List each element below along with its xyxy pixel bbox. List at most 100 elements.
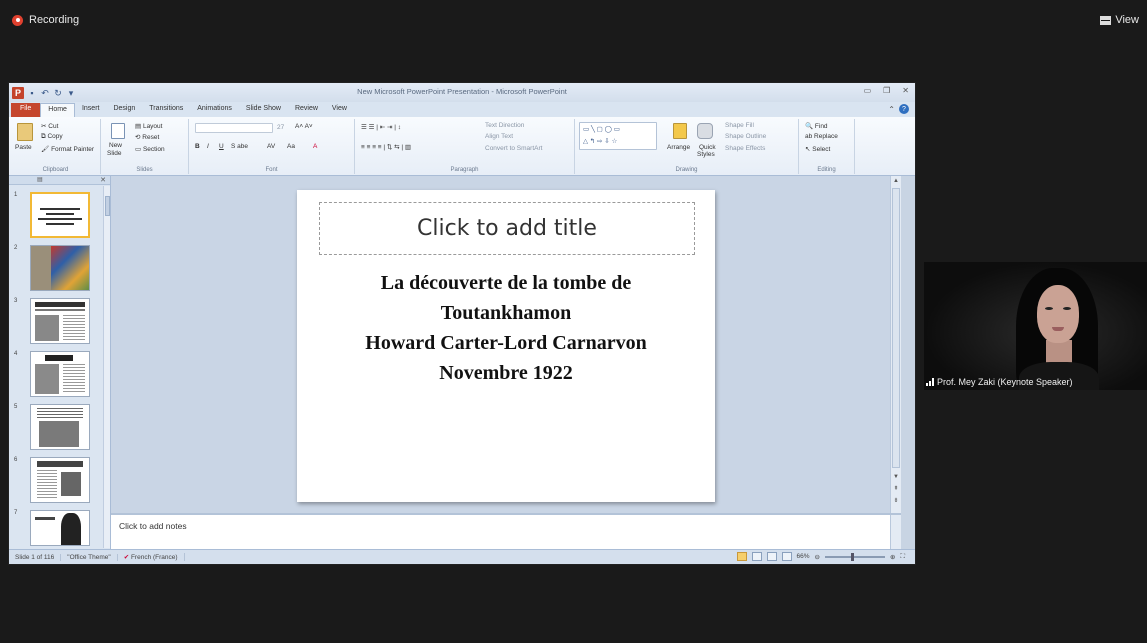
thumbnail-image[interactable] [30,510,90,546]
thumbnail-image[interactable] [30,404,90,450]
slides-pane-scroll-thumb[interactable] [105,196,110,216]
tab-insert[interactable]: Insert [75,103,107,117]
find-button[interactable]: 🔍 Find [805,122,828,130]
scroll-down-icon[interactable]: ▼ [891,472,901,482]
minimize-ribbon-icon[interactable]: ⌃ [888,105,895,114]
scroll-up-icon[interactable]: ▲ [891,176,901,186]
tab-home[interactable]: Home [40,103,75,117]
slide-thumbnail-2[interactable]: 2 [9,245,104,295]
quick-styles-label-2[interactable]: Styles [697,151,715,158]
arrange-label[interactable]: Arrange [667,144,690,151]
new-slide-label[interactable]: New [109,142,122,149]
restore-icon[interactable]: ❐ [883,86,890,95]
font-size-box[interactable]: 27 [277,124,284,131]
reading-view-button[interactable] [766,552,777,561]
shape-outline-button[interactable]: Shape Outline [725,133,766,140]
arrange-icon[interactable] [673,123,687,139]
layout-button[interactable]: ▤ Layout [135,122,162,130]
strikethrough-icon[interactable]: S abe [231,143,248,150]
zoom-in-icon[interactable]: ⊕ [890,553,895,561]
slide-thumbnail-1[interactable]: 1 [9,192,104,242]
slides-pane-scrollbar[interactable] [103,186,110,548]
replace-button[interactable]: ab Replace [805,133,838,140]
zoom-out-icon[interactable]: ⊖ [815,553,820,561]
slide-thumbnail-3[interactable]: 3 [9,298,104,348]
reset-button[interactable]: ⟲ Reset [135,133,159,141]
new-slide-label-2[interactable]: Slide [107,150,121,157]
new-slide-icon[interactable] [111,123,125,139]
slide-thumbnail-4[interactable]: 4 [9,351,104,401]
bullets-icon[interactable]: ☰ ☰ | ⇤ ⇥ | ↕ [361,123,401,131]
font-group: 27 A˄ A˅ B I U S abe AV Aa A Font [189,119,355,174]
slides-tab[interactable]: ▤ [37,176,43,183]
zoom-slider[interactable] [824,552,885,561]
slide-thumbnail-6[interactable]: 6 [9,457,104,507]
text-direction-button[interactable]: Text Direction [485,122,524,129]
tab-slide-show[interactable]: Slide Show [239,103,288,117]
align-icons[interactable]: ≡ ≡ ≡ ≡ | ⇅ ⇆ | ▥ [361,143,411,151]
italic-icon[interactable]: I [207,143,209,150]
slide-sorter-button[interactable] [751,552,762,561]
normal-view-button[interactable] [736,552,747,561]
align-text-button[interactable]: Align Text [485,133,513,140]
slide-scroll-thumb[interactable] [892,188,900,468]
cut-button[interactable]: ✂ Cut [41,122,58,130]
fit-to-window-icon[interactable]: ⛶ [900,553,905,561]
notes-scrollbar[interactable] [890,515,901,551]
convert-smartart-button[interactable]: Convert to SmartArt [485,145,542,152]
paste-icon[interactable] [17,123,33,141]
close-icon[interactable]: ✕ [902,86,909,95]
format-painter-button[interactable]: 🖌 Format Painter [41,145,94,153]
minimize-icon[interactable]: ▭ [864,86,872,95]
shapes-icons[interactable]: ▭ ╲ ▢ ◯ ▭ [583,125,620,133]
shape-effects-button[interactable]: Shape Effects [725,145,765,152]
quick-styles-label[interactable]: Quick [699,144,716,151]
char-spacing-icon[interactable]: AV [267,143,275,150]
participant-label: Prof. Mey Zaki (Keynote Speaker) [926,377,1073,387]
view-button[interactable]: View [1100,14,1139,26]
previous-slide-icon[interactable]: ⇞ [891,484,901,494]
thumbnail-image[interactable] [30,245,90,291]
underline-icon[interactable]: U [219,143,224,150]
select-button[interactable]: ↖ Select [805,145,830,153]
font-name-box[interactable] [195,123,273,133]
tab-design[interactable]: Design [106,103,142,117]
drawing-label: Drawing [675,167,698,173]
slide-show-button[interactable] [781,552,792,561]
view-icon [1100,15,1112,25]
bold-icon[interactable]: B [195,143,200,150]
change-case-icon[interactable]: Aa [287,143,295,150]
help-icon[interactable]: ? [899,104,909,114]
notes-pane[interactable]: Click to add notes [111,513,901,551]
grow-font-icon[interactable]: A˄ A˅ [295,123,313,130]
current-slide[interactable]: Click to add title La découverte de la t… [297,190,715,502]
next-slide-icon[interactable]: ⇟ [891,496,901,506]
notes-placeholder[interactable]: Click to add notes [119,521,187,531]
tab-file[interactable]: File [11,103,41,117]
tab-animations[interactable]: Animations [190,103,239,117]
clipboard-label: Clipboard [42,167,69,173]
slide-vertical-scrollbar[interactable]: ▲ ▼ ⇞ ⇟ [890,176,901,513]
tab-view[interactable]: View [325,103,354,117]
paste-button[interactable]: Paste [15,144,32,151]
section-button[interactable]: ▭ Section [135,145,165,153]
quick-styles-icon[interactable] [697,123,713,139]
zoom-level[interactable]: 66% [797,553,810,560]
zoom-window: Recording View P ▪ ↶ ↻ ▾ New Microsoft P… [0,0,1147,643]
title-placeholder[interactable]: Click to add title [319,202,695,255]
copy-button[interactable]: ⧉ Copy [41,133,63,141]
shapes-icons-row2[interactable]: △ ↰ ⇨ ⇩ ☆ [583,137,617,145]
language-indicator[interactable]: ✔ French (France) [118,553,185,561]
font-color-icon[interactable]: A [313,143,317,150]
slide-body[interactable]: La découverte de la tombe de Toutankhamo… [307,268,705,388]
thumbnail-image[interactable] [30,457,90,503]
thumbnail-image[interactable] [30,192,90,238]
thumbnail-image[interactable] [30,351,90,397]
thumbnail-image[interactable] [30,298,90,344]
tab-review[interactable]: Review [288,103,325,117]
slide-thumbnail-5[interactable]: 5 [9,404,104,454]
tab-transitions[interactable]: Transitions [142,103,190,117]
shape-fill-button[interactable]: Shape Fill [725,122,754,129]
pane-close-icon[interactable]: ✕ [100,176,106,184]
participant-video[interactable]: Prof. Mey Zaki (Keynote Speaker) [924,262,1147,390]
